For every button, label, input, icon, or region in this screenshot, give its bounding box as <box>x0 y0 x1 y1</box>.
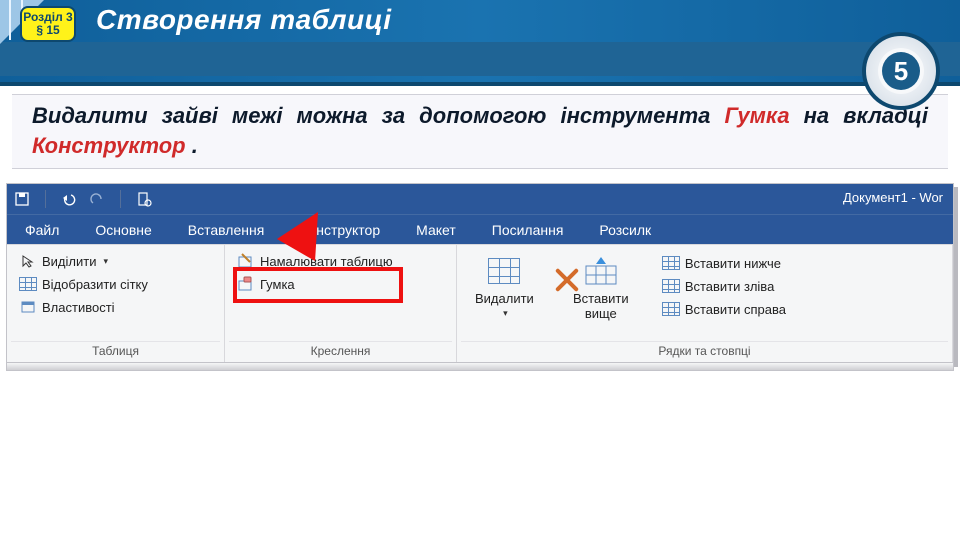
ribbon-shadow <box>6 363 954 371</box>
new-doc-icon[interactable] <box>135 190 153 208</box>
section-badge: Розділ 3 § 15 <box>20 6 76 42</box>
show-grid-label: Відобразити сітку <box>42 277 148 292</box>
x-mark-icon <box>553 267 581 295</box>
insert-above-icon <box>583 253 619 289</box>
group-table: Виділити ▾ Відобразити сітку Властивості <box>7 245 225 362</box>
draw-table-label: Намалювати таблицю <box>260 254 393 269</box>
insert-right-button[interactable]: Вставити справа <box>660 299 788 319</box>
insert-left-label: Вставити зліва <box>685 279 774 294</box>
insert-right-label: Вставити справа <box>685 302 786 317</box>
delete-button[interactable]: Видалити ▾ <box>467 251 542 321</box>
undo-icon[interactable] <box>60 190 78 208</box>
expl-part1: Видалити зайві межі можна за допомогою і… <box>32 103 724 128</box>
insert-below-label: Вставити нижче <box>685 256 781 271</box>
explanation-text: Видалити зайві межі можна за допомогою і… <box>12 94 948 169</box>
chevron-down-icon: ▾ <box>103 256 108 267</box>
grade-number: 5 <box>882 52 920 90</box>
cursor-icon <box>19 252 37 270</box>
eraser-icon <box>237 275 255 293</box>
pencil-grid-icon <box>237 252 255 270</box>
delete-label: Видалити <box>475 291 534 306</box>
insert-left-button[interactable]: Вставити зліва <box>660 276 788 296</box>
expl-highlight-tab: Конструктор <box>32 133 186 158</box>
properties-label: Властивості <box>42 300 115 315</box>
insert-below-icon <box>662 254 680 272</box>
separator <box>45 190 46 208</box>
properties-button[interactable]: Властивості <box>17 297 150 317</box>
slide-header: Розділ 3 § 15 Створення таблиці 5 <box>0 0 960 86</box>
delete-grid-icon <box>486 253 522 289</box>
select-button[interactable]: Виділити ▾ <box>17 251 150 271</box>
save-icon[interactable] <box>13 190 31 208</box>
tab-insert[interactable]: Вставлення <box>170 216 283 244</box>
tab-references[interactable]: Посилання <box>474 216 582 244</box>
group-rows-columns: Видалити ▾ Вставити вище Вставити нижче <box>457 245 953 362</box>
page-title: Створення таблиці <box>96 4 392 36</box>
quick-access-toolbar: Документ1 - Wor <box>7 184 953 214</box>
show-grid-button[interactable]: Відобразити сітку <box>17 274 150 294</box>
insert-left-icon <box>662 277 680 295</box>
tab-file[interactable]: Файл <box>7 216 77 244</box>
ribbon-commands: Виділити ▾ Відобразити сітку Властивості <box>7 244 953 362</box>
separator <box>120 190 121 208</box>
insert-below-button[interactable]: Вставити нижче <box>660 253 788 273</box>
document-title: Документ1 - Wor <box>843 190 943 205</box>
tab-home[interactable]: Основне <box>77 216 169 244</box>
tab-mailings[interactable]: Розсилк <box>581 216 669 244</box>
group-rows-label: Рядки та стовпці <box>461 341 948 362</box>
select-label: Виділити <box>42 254 96 269</box>
group-table-label: Таблиця <box>11 341 220 362</box>
eraser-button[interactable]: Гумка <box>235 274 395 294</box>
chevron-down-icon: ▾ <box>503 308 508 319</box>
redo-icon[interactable] <box>88 190 106 208</box>
ribbon-tabs: Файл Основне Вставлення Конструктор Маке… <box>7 214 953 244</box>
tab-layout[interactable]: Макет <box>398 216 474 244</box>
group-drawing: Намалювати таблицю Гумка Креслення <box>225 245 457 362</box>
grid-icon <box>19 275 37 293</box>
grade-badge: 5 <box>862 32 940 110</box>
eraser-label: Гумка <box>260 277 295 292</box>
insert-above-label1: Вставити вище <box>568 291 634 321</box>
section-label-bottom: § 15 <box>22 24 74 37</box>
insert-right-icon <box>662 300 680 318</box>
properties-icon <box>19 298 37 316</box>
expl-part3: . <box>192 133 198 158</box>
expl-highlight-tool: Гумка <box>724 103 789 128</box>
group-drawing-label: Креслення <box>229 341 452 362</box>
word-ribbon: Документ1 - Wor Файл Основне Вставлення … <box>6 183 954 363</box>
